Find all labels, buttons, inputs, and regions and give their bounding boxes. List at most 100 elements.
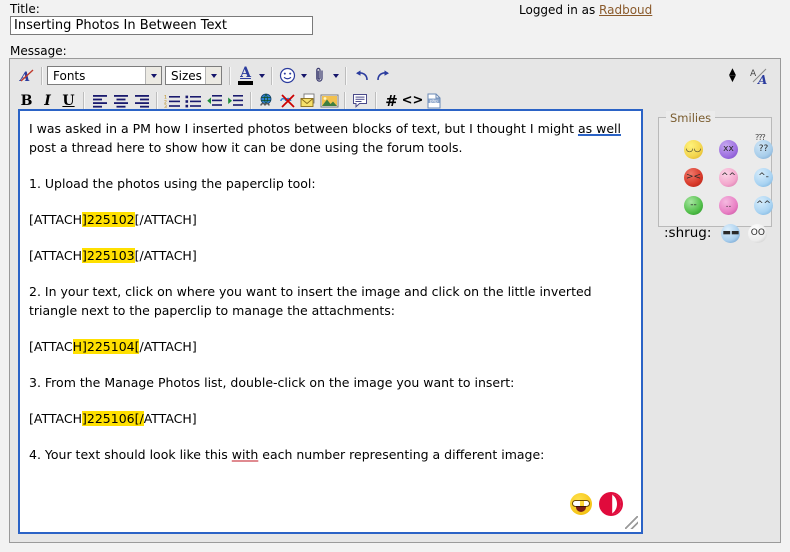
indent-button[interactable] <box>225 91 246 111</box>
spellcheck-blue-word: as well <box>578 121 621 136</box>
underline-button[interactable]: U <box>58 91 79 111</box>
expand-collapse-icon[interactable]: ▲▼ <box>722 66 743 86</box>
message-paragraph-step-4: 4. Your text should look like this with … <box>29 445 632 464</box>
sizes-dropdown[interactable]: Sizes <box>165 66 222 85</box>
insert-php-button[interactable]: php <box>423 91 444 111</box>
insert-link-button[interactable] <box>256 91 277 111</box>
smiley-shocked-white-icon[interactable]: OO <box>748 224 767 243</box>
align-left-button[interactable] <box>89 91 110 111</box>
smiley-grin-green-icon[interactable]: -- <box>684 196 703 215</box>
title-label: Title: <box>10 2 40 16</box>
message-paragraph-attach-225102: [ATTACH]225102[/ATTACH] <box>29 210 632 229</box>
insert-image-button[interactable] <box>319 91 340 111</box>
toolbar-separator <box>156 92 158 110</box>
red-crescent-icon[interactable] <box>599 492 623 516</box>
message-text-run: ATTACH] <box>144 411 197 426</box>
font-color-icon[interactable]: A <box>235 66 256 86</box>
editor-floating-emojis <box>570 492 623 516</box>
message-paragraph-step-3: 3. From the Manage Photos list, double-c… <box>29 373 632 392</box>
font-color-chevron-down-icon[interactable] <box>256 66 267 86</box>
insert-quote-button[interactable] <box>350 91 371 111</box>
message-paragraph-step-1: 1. Upload the photos using the paperclip… <box>29 174 632 193</box>
paperclip-chevron-down-icon[interactable] <box>330 66 341 86</box>
smiley-angry-red-icon[interactable]: >< <box>684 168 703 187</box>
italic-button[interactable]: I <box>37 91 58 111</box>
undo-icon[interactable] <box>351 66 372 86</box>
smilies-row: :shrug: ▬▬ OO <box>658 219 772 247</box>
bold-button[interactable]: B <box>16 91 37 111</box>
toolbar-separator <box>41 67 43 85</box>
insert-email-button[interactable] <box>298 91 319 111</box>
message-text-run: [ATTACH <box>29 411 82 426</box>
smiley-face-glyph: ^- <box>758 173 769 182</box>
remove-formatting-icon[interactable]: A <box>16 66 37 86</box>
outdent-button[interactable] <box>204 91 225 111</box>
unordered-list-button[interactable] <box>183 91 204 111</box>
smiley-icon[interactable] <box>277 66 298 86</box>
fonts-dropdown[interactable]: Fonts <box>47 66 162 85</box>
login-status: Logged in as Radboud <box>519 3 652 17</box>
smilies-row: ◡◡ xx????? <box>658 135 772 163</box>
align-center-button[interactable] <box>110 91 131 111</box>
attachment-id-highlight: H]225104[ <box>73 339 140 354</box>
message-text-run: 4. Your text should look like this <box>29 447 232 462</box>
align-right-button[interactable] <box>131 91 152 111</box>
sizes-dropdown-value: Sizes <box>166 69 205 83</box>
smilies-row: >< ^^ ^- <box>658 163 772 191</box>
ordered-list-button[interactable]: 1 2 3 <box>162 91 183 111</box>
message-text-run: 3. From the Manage Photos list, double-c… <box>29 375 514 390</box>
message-text-run: 2. In your text, click on where you want… <box>29 284 592 318</box>
message-editor: A Fonts Sizes A <box>9 58 781 543</box>
smiley-face-glyph: ▬▬ <box>722 229 739 238</box>
insert-html-button[interactable]: <> <box>402 91 423 111</box>
smiley-face-glyph: ^^ <box>721 173 736 182</box>
message-content[interactable]: I was asked in a PM how I inserted photo… <box>20 111 641 464</box>
message-paragraph-attach-225104: [ATTACH]225104[/ATTACH] <box>29 337 632 356</box>
message-textarea[interactable]: I was asked in a PM how I inserted photo… <box>18 109 643 534</box>
title-input[interactable] <box>10 16 313 35</box>
insert-code-button[interactable]: # <box>381 91 402 111</box>
message-text-run: each number representing a different ima… <box>258 447 544 462</box>
smiley-face-glyph: ◡◡ <box>686 145 702 154</box>
toolbar-separator <box>344 92 346 110</box>
smiley-confused-purple-icon[interactable]: xx <box>719 140 738 159</box>
spellcheck-red-word: with <box>232 447 259 462</box>
message-text-run: post a thread here to show how it can be… <box>29 140 462 155</box>
shrug-smiley-code[interactable]: :shrug: <box>664 225 711 241</box>
toolbar-separator <box>83 92 85 110</box>
smiley-question-icon[interactable]: ????? <box>754 140 773 159</box>
attachment-id-highlight: ]225103 <box>82 248 135 263</box>
nerd-emoji-icon[interactable] <box>570 493 592 515</box>
smiley-wink-blue-icon[interactable]: ^- <box>754 168 773 187</box>
smiley-cool-sunglasses-icon[interactable]: ▬▬ <box>721 224 740 243</box>
smiley-face-glyph: OO <box>751 229 765 238</box>
smiley-chevron-down-icon[interactable] <box>298 66 309 86</box>
redo-icon[interactable] <box>372 66 393 86</box>
resize-grip[interactable] <box>625 516 638 529</box>
smilies-row: --.. ^^ <box>658 191 772 219</box>
message-text-run: [/ATTACH] <box>135 212 197 227</box>
paperclip-icon[interactable] <box>309 66 330 86</box>
chevron-down-icon <box>205 67 221 84</box>
smiley-tongue-pink-icon[interactable]: ^^ <box>719 168 738 187</box>
message-text-run: [ATTAC <box>29 339 73 354</box>
message-paragraph-attach-225106: [ATTACH]225106[/ATTACH] <box>29 409 632 428</box>
username-link[interactable]: Radboud <box>599 3 652 17</box>
smilies-panel-title: Smilies <box>666 111 715 125</box>
fonts-dropdown-value: Fonts <box>48 69 145 83</box>
smiley-kiss-pink-icon[interactable]: .. <box>719 196 738 215</box>
smiley-evil-blue-icon[interactable]: ^^ <box>754 196 773 215</box>
logged-in-label: Logged in as <box>519 3 599 17</box>
smiley-face-glyph: ?? <box>759 145 769 154</box>
remove-link-button[interactable] <box>277 91 298 111</box>
toolbar-separator <box>375 92 377 110</box>
editor-right-tools: ▲▼ A A <box>722 64 770 87</box>
wysiwyg-toggle-icon[interactable]: A A <box>749 66 770 86</box>
smiley-happy-icon[interactable]: ◡◡ <box>684 140 703 159</box>
attachment-id-highlight: ]225106[/ <box>82 411 144 426</box>
message-text-run: 1. Upload the photos using the paperclip… <box>29 176 316 191</box>
svg-text:3: 3 <box>164 104 167 108</box>
toolbar-separator <box>271 67 273 85</box>
toolbar-separator <box>345 67 347 85</box>
form-header: Title: Logged in as Radboud Message: <box>0 0 790 46</box>
